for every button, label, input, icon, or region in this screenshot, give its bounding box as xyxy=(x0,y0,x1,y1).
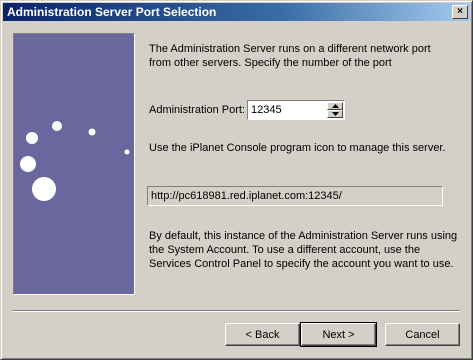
title-bar[interactable]: Administration Server Port Selection × xyxy=(3,3,470,21)
spin-up-button[interactable] xyxy=(327,102,343,110)
intro-text: The Administration Server runs on a diff… xyxy=(149,43,431,69)
close-button[interactable]: × xyxy=(452,5,468,19)
triangle-down-icon xyxy=(331,112,339,116)
port-label: Administration Port: xyxy=(149,104,245,116)
next-button[interactable]: Next > xyxy=(300,322,377,347)
spin-down-button[interactable] xyxy=(327,110,343,118)
cancel-button-label: Cancel xyxy=(405,328,440,341)
back-button[interactable]: < Back xyxy=(225,323,300,346)
port-input[interactable] xyxy=(249,102,325,118)
dialog-window: Administration Server Port Selection × T… xyxy=(0,0,473,360)
window-title: Administration Server Port Selection xyxy=(7,5,217,19)
side-banner-image xyxy=(13,33,135,295)
port-spinbox[interactable] xyxy=(247,100,345,120)
admin-url-field: http://pc618981.red.iplanet.com:12345/ xyxy=(147,186,443,206)
next-button-label: Next > xyxy=(322,328,355,341)
back-button-label: < Back xyxy=(245,328,280,341)
account-note-text: By default, this instance of the Adminis… xyxy=(149,230,458,270)
bubbles-graphic xyxy=(20,121,130,201)
button-separator xyxy=(13,310,460,312)
console-note-text: Use the iPlanet Console program icon to … xyxy=(149,142,446,154)
cancel-button[interactable]: Cancel xyxy=(385,323,460,346)
close-icon: × xyxy=(457,6,463,17)
triangle-up-icon xyxy=(331,104,339,108)
